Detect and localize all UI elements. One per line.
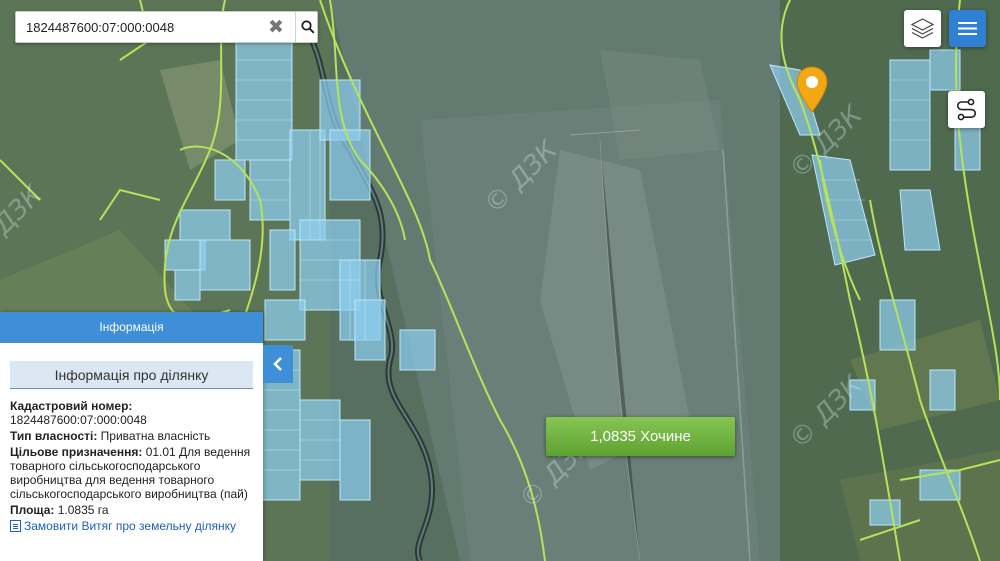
cadastral-row: Кадастровий номер: 1824487600:07:000:004…	[10, 399, 253, 427]
layers-button[interactable]	[904, 10, 941, 47]
area-value: 1.0835 га	[57, 503, 109, 517]
close-icon[interactable]: ✖	[264, 16, 288, 38]
order-row: Замовити Витяг про земельну ділянку	[10, 519, 253, 533]
info-panel-title: Інформація про ділянку	[10, 361, 253, 389]
parcel-result-label[interactable]: 1,0835 Хочине	[546, 417, 735, 456]
chevron-left-icon	[273, 357, 282, 371]
purpose-label: Цільове призначення:	[10, 445, 143, 459]
cadastral-value: 1824487600:07:000:0048	[10, 413, 147, 427]
order-extract-link[interactable]: Замовити Витяг про земельну ділянку	[10, 519, 253, 533]
search-button[interactable]	[295, 12, 318, 42]
route-icon	[956, 98, 977, 121]
layers-icon	[910, 18, 935, 39]
area-label: Площа:	[10, 503, 55, 517]
cadastral-label: Кадастровий номер:	[10, 399, 133, 413]
menu-button[interactable]	[949, 10, 986, 47]
area-row: Площа: 1.0835 га	[10, 503, 253, 517]
map-pin-icon[interactable]	[795, 66, 829, 114]
purpose-row: Цільове призначення: 01.01 Для ведення т…	[10, 445, 253, 501]
collapse-panel-button[interactable]	[263, 345, 293, 383]
search-input[interactable]	[16, 12, 256, 42]
ownership-value: Приватна власність	[100, 429, 211, 443]
document-icon	[10, 520, 21, 532]
ownership-label: Тип власності:	[10, 429, 98, 443]
order-extract-label: Замовити Витяг про земельну ділянку	[24, 519, 237, 533]
search-bar: ✖	[15, 11, 318, 43]
ownership-row: Тип власності: Приватна власність	[10, 429, 253, 443]
info-panel-body: Кадастровий номер: 1824487600:07:000:004…	[0, 389, 263, 533]
info-panel-header: Інформація	[0, 312, 263, 343]
route-button[interactable]	[948, 91, 985, 128]
search-icon	[301, 20, 315, 34]
hamburger-menu-icon	[958, 22, 977, 35]
info-panel: Інформація Інформація про ділянку Кадаст…	[0, 312, 263, 561]
